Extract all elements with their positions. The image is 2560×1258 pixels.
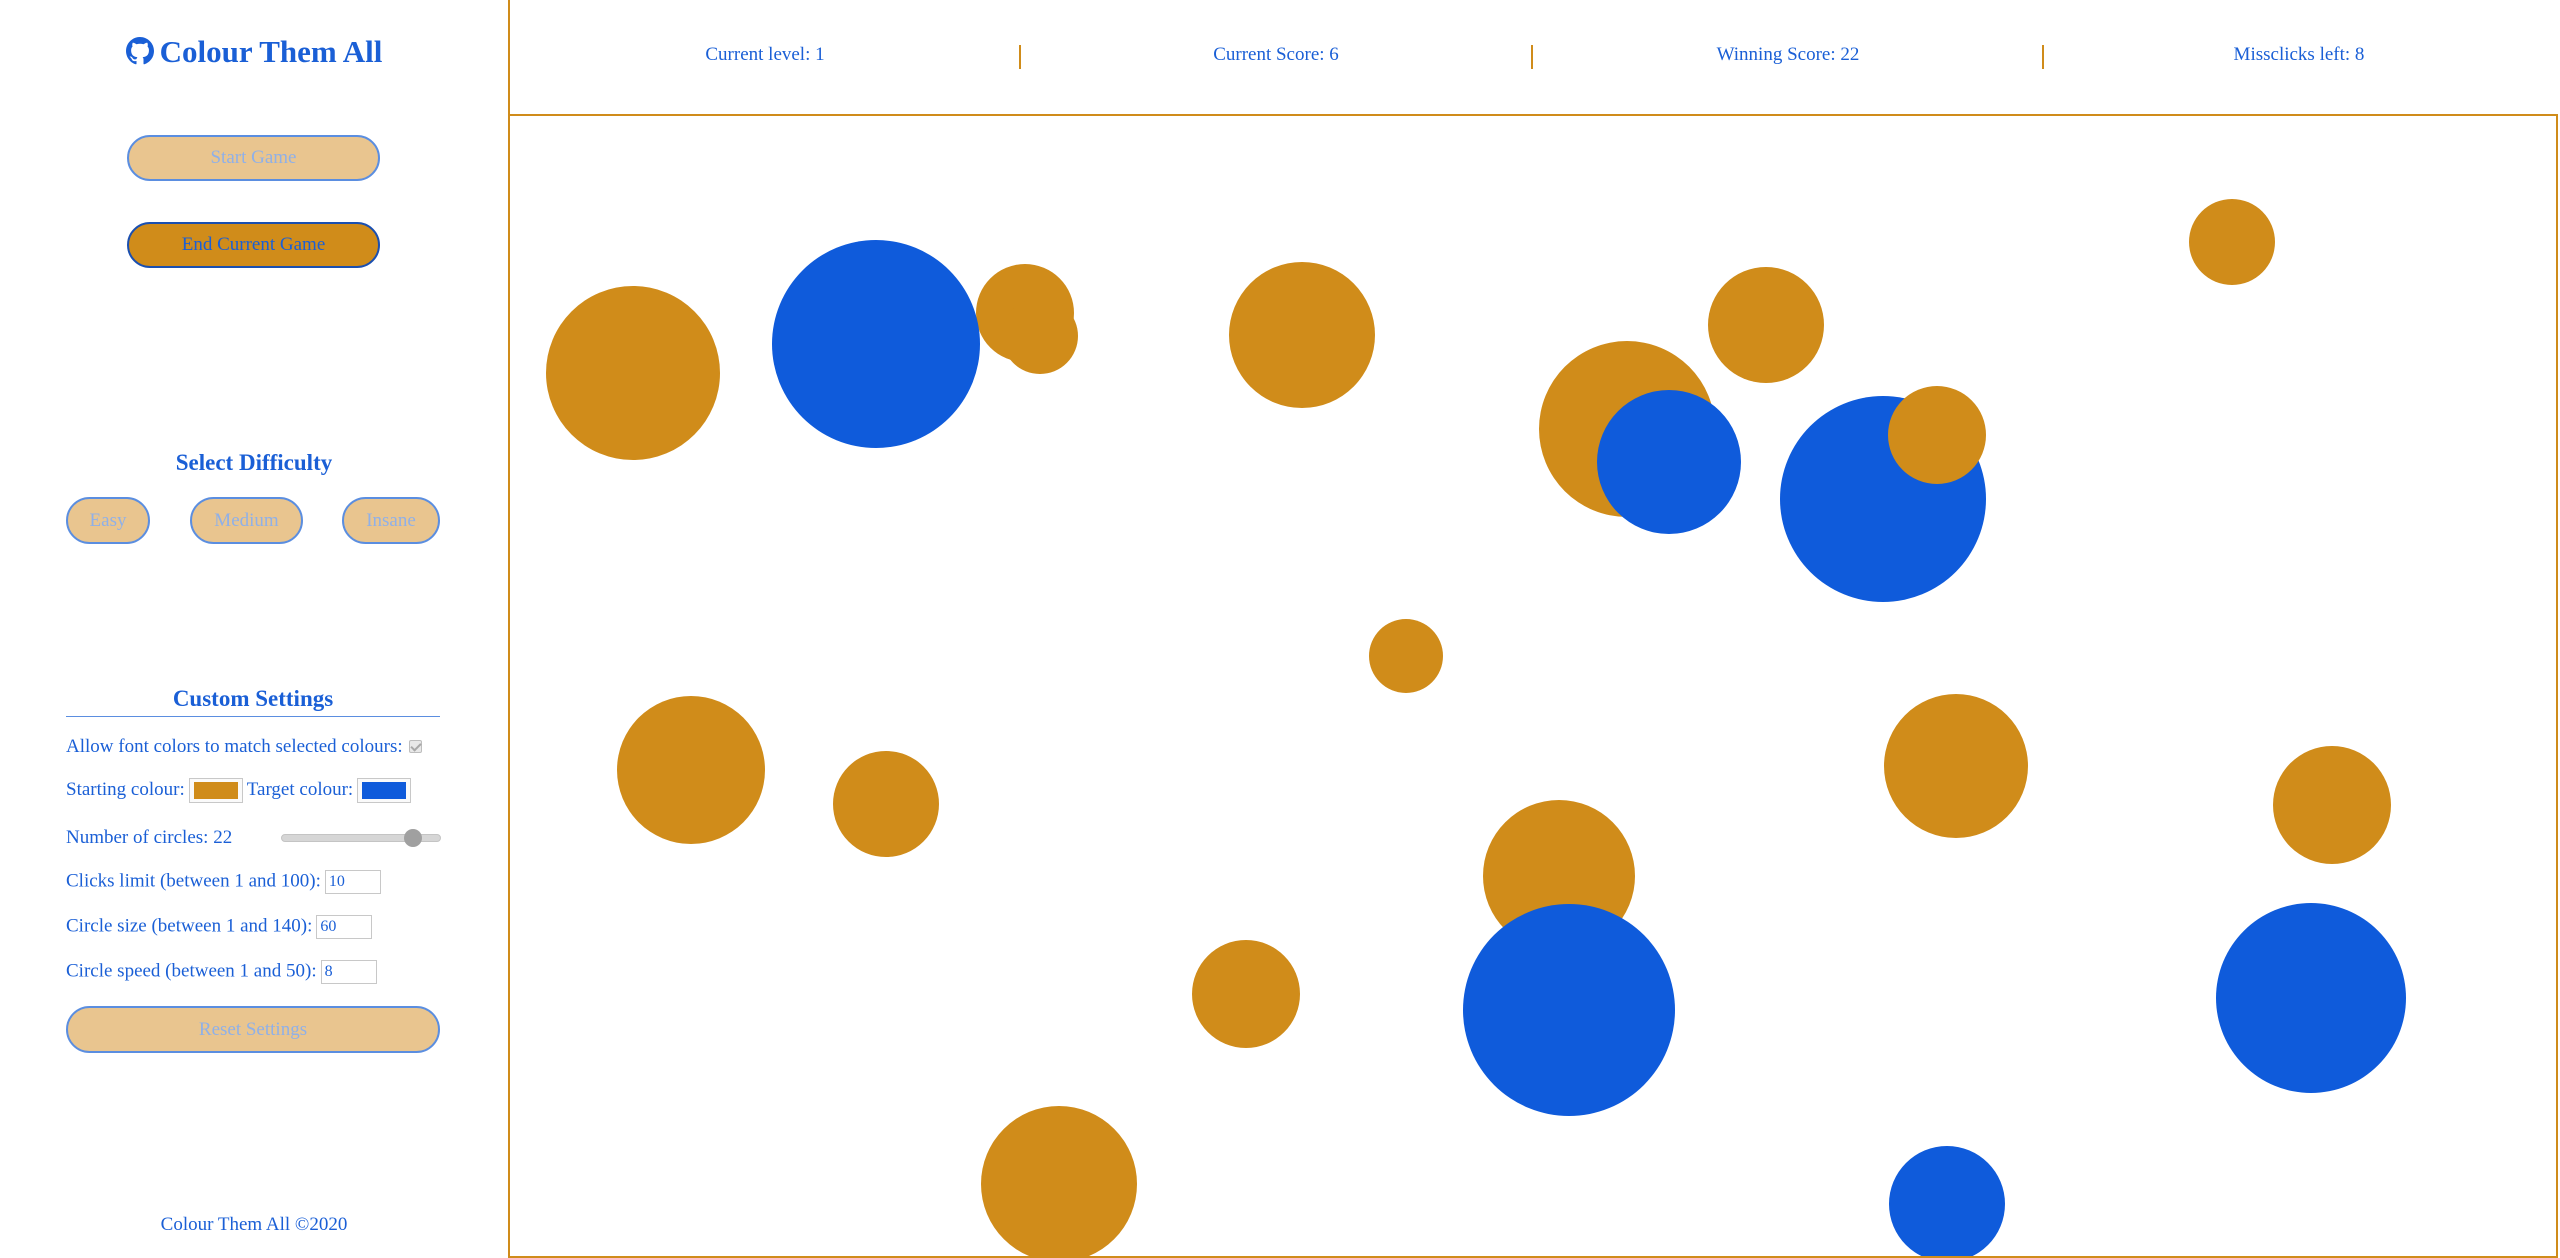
game-circle[interactable]: [1463, 904, 1675, 1116]
game-circle[interactable]: [546, 286, 720, 460]
circles-slider-thumb[interactable]: [404, 829, 422, 847]
game-circle[interactable]: [2216, 903, 2406, 1093]
difficulty-heading: Select Difficulty: [175, 450, 333, 475]
target-colour-label: Target colour:: [246, 778, 354, 800]
reset-settings-button[interactable]: Reset Settings: [66, 1006, 440, 1053]
easy-button[interactable]: Easy: [66, 497, 150, 544]
circle-speed-label: Circle speed (between 1 and 50):: [66, 960, 317, 982]
game-circle[interactable]: [1884, 694, 2028, 838]
starting-colour-picker[interactable]: [188, 778, 243, 803]
game-circle[interactable]: [1192, 940, 1300, 1048]
colour-setting: Starting colour: Target colour:: [66, 778, 415, 803]
target-colour-swatch: [362, 782, 407, 799]
circles-count-label: Number of circles: 22: [66, 827, 233, 848]
target-colour-picker[interactable]: [357, 778, 412, 803]
footer: Colour Them All ©2020: [160, 1214, 348, 1235]
app-title-text: Colour Them All: [159, 34, 383, 69]
starting-colour-swatch: [193, 782, 238, 799]
game-circle[interactable]: [1002, 298, 1078, 374]
game-circle[interactable]: [833, 751, 939, 857]
game-circle[interactable]: [772, 240, 980, 448]
circle-size-input[interactable]: 60: [316, 915, 373, 939]
circle-size-setting: Circle size (between 1 and 140): 60: [66, 915, 373, 939]
score-bar: Current level: 1 Current Score: 6 Winnin…: [510, 0, 2558, 116]
circle-size-label: Circle size (between 1 and 140):: [66, 915, 313, 937]
medium-button[interactable]: Medium: [190, 497, 303, 544]
app-title[interactable]: Colour Them All: [0, 34, 508, 73]
starting-colour-label: Starting colour:: [66, 778, 185, 800]
sidebar: Colour Them All Start Game End Current G…: [0, 0, 510, 1258]
font-colors-checkbox[interactable]: [408, 740, 422, 753]
game-arena[interactable]: [510, 116, 2558, 1258]
github-icon[interactable]: [125, 37, 154, 73]
game-circle[interactable]: [1888, 386, 1986, 484]
game-circle[interactable]: [2189, 199, 2275, 285]
current-level: Current level: 1: [705, 44, 825, 65]
clicks-limit-setting: Clicks limit (between 1 and 100): 10: [66, 870, 381, 894]
game-circle[interactable]: [1708, 267, 1824, 383]
game-circle[interactable]: [1369, 619, 1443, 693]
insane-button[interactable]: Insane: [342, 497, 440, 544]
game-circle[interactable]: [1889, 1146, 2005, 1256]
circle-speed-setting: Circle speed (between 1 and 50): 8: [66, 960, 377, 984]
game-circle[interactable]: [981, 1106, 1137, 1256]
current-score: Current Score: 6: [1213, 44, 1339, 65]
clicks-limit-label: Clicks limit (between 1 and 100):: [66, 870, 321, 892]
custom-settings-heading: Custom Settings: [66, 686, 440, 717]
winning-score: Winning Score: 22: [1716, 44, 1860, 65]
circle-speed-input[interactable]: 8: [320, 960, 377, 984]
game-circle[interactable]: [617, 696, 765, 844]
start-game-button[interactable]: Start Game: [127, 135, 380, 181]
font-colors-setting: Allow font colors to match selected colo…: [66, 736, 422, 758]
clicks-limit-input[interactable]: 10: [324, 870, 381, 894]
game-circle[interactable]: [1597, 390, 1741, 534]
font-colors-label: Allow font colors to match selected colo…: [66, 736, 403, 757]
game-circle[interactable]: [1229, 262, 1375, 408]
end-game-button[interactable]: End Current Game: [127, 222, 380, 268]
misclicks-left: Missclicks left: 8: [2233, 44, 2365, 65]
game-circle[interactable]: [2273, 746, 2391, 864]
